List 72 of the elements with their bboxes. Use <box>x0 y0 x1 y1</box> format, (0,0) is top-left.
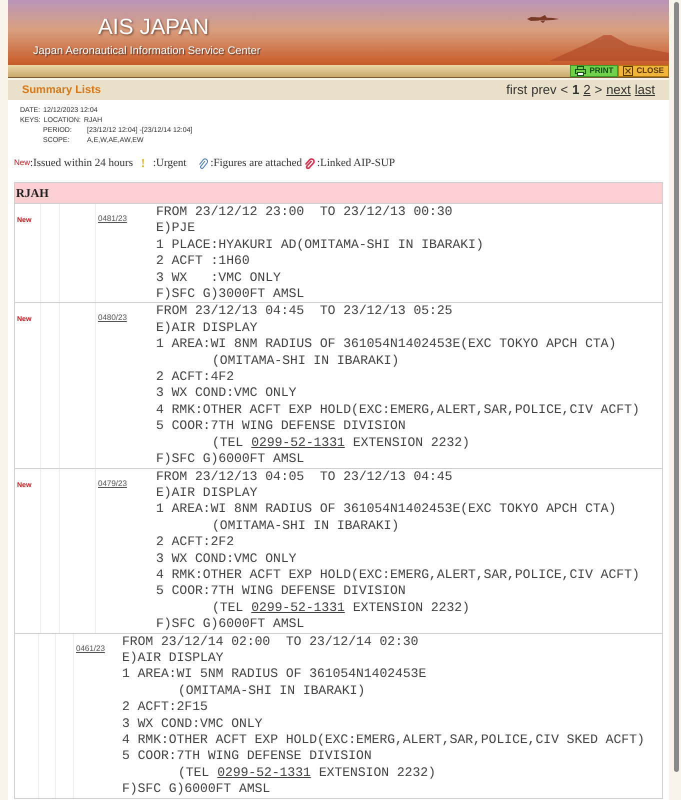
notice-line: 2 ACFT :1H60 <box>156 253 251 270</box>
notice-line: 3 WX COND:VMC ONLY <box>156 550 298 567</box>
notice-line: 2 ACFT:2F2 <box>156 534 236 551</box>
pager-text: prev <box>531 81 557 100</box>
phone-link[interactable]: 0299-52-1331 <box>251 600 345 616</box>
pager-text: < <box>560 81 568 100</box>
notice-number-link[interactable]: 0481/23 <box>98 214 127 223</box>
notice-line: 4 RMK:OTHER ACFT EXP HOLD(EXC:EMERG,ALERT,SAR,POLICE,CIV ACFT) <box>156 566 640 584</box>
notice-number-link[interactable]: 0479/23 <box>98 478 127 488</box>
notice-line: (TEL <box>178 764 210 782</box>
notice-line: (OMITAMA-SHI IN IBARAKI) <box>177 682 366 700</box>
pager-current: 1 <box>572 81 580 100</box>
scrollbar-thumb[interactable] <box>674 2 679 772</box>
notice-line: 4 RMK:OTHER ACFT EXP HOLD(EXC:EMERG,ALERT,SAR,POLICE,CIV SKED ACFT) <box>122 732 645 748</box>
notice-line: 4 RMK:OTHER ACFT EXP HOLD(EXC:EMERG,ALERT,SAR,POLICE,CIV ACFT) <box>156 402 640 418</box>
notice-line: 2 ACFT:2F15 <box>122 699 209 716</box>
notice-line: F)SFC G)6000FT AMSL <box>156 616 306 633</box>
notice-line: 5 COOR:7TH WING DEFENSE DIVISION <box>156 583 407 600</box>
notice-line: 3 WX COND:VMC ONLY <box>156 385 298 402</box>
notice-line: EXTENSION 2232) <box>318 764 436 782</box>
pager-link[interactable]: last <box>634 80 655 100</box>
notice-line: E)AIR DISPLAY <box>156 484 258 502</box>
notice-line: EXTENSION 2232) <box>352 600 470 616</box>
notice-line: (OMITAMA-SHI IN IBARAKI) <box>211 352 400 370</box>
notice-line: 1 AREA:WI 8NM RADIUS OF 361054N1402453E(EXC TOKYO APCH CTA) <box>156 501 618 518</box>
printer-icon <box>575 66 586 76</box>
notice-line: 2 ACFT:4F2 <box>156 369 236 386</box>
close-button[interactable]: CLOSE <box>618 65 669 77</box>
notice-line: FROM 23/12/14 02:00 TO 23/12/14 02:30 <box>122 634 420 650</box>
notice-line: (TEL <box>212 434 244 452</box>
phone-link[interactable]: 0299-52-1331 <box>217 764 311 782</box>
paperclip-icon <box>198 158 208 168</box>
legend-text: :Linked AIP-SUP <box>317 156 395 171</box>
new-label: New <box>14 157 30 169</box>
notice-line: (OMITAMA-SHI IN IBARAKI) <box>211 518 400 534</box>
notice-line: 1 AREA:WI 5NM RADIUS OF 361054N1402453E <box>122 666 428 683</box>
print-button[interactable]: PRINT <box>570 65 618 77</box>
airplane-icon <box>527 15 559 23</box>
notice-number-link[interactable]: 0480/23 <box>98 313 127 322</box>
notice-line: E)AIR DISPLAY <box>122 650 224 666</box>
pager-text: first <box>506 81 528 100</box>
notice-line: 3 WX :VMC ONLY <box>156 270 282 286</box>
notice-line: FROM 23/12/12 23:00 TO 23/12/13 00:30 <box>156 204 454 220</box>
notice-line: 1 PLACE:HYAKURI AD(OMITAMA-SHI IN IBARAKI) <box>156 236 484 254</box>
site-subtitle: Japan Aeronautical Information Service Center <box>33 44 260 59</box>
notice-line: (TEL <box>212 600 244 616</box>
notice-line: F)SFC G)6000FT AMSL <box>156 451 306 468</box>
notice-line: FROM 23/12/13 04:05 TO 23/12/13 04:45 <box>156 468 454 485</box>
summary-title: Summary Lists <box>22 82 101 98</box>
notice-line: EXTENSION 2232) <box>352 434 470 452</box>
notice-line: 5 COOR:7TH WING DEFENSE DIVISION <box>156 418 407 435</box>
site-title: AIS JAPAN <box>98 14 209 40</box>
group-header: RJAH <box>15 183 662 203</box>
urgent-mark: ! <box>141 155 145 172</box>
notice-line: F)SFC G)6000FT AMSL <box>122 781 272 798</box>
legend-text: :Urgent <box>153 156 186 171</box>
notice-line: 1 AREA:WI 8NM RADIUS OF 361054N1402453E(EXC TOKYO APCH CTA) <box>156 336 618 353</box>
legend-text: :Figures are attached <box>210 156 302 171</box>
notice-line: 5 COOR:7TH WING DEFENSE DIVISION <box>122 748 373 765</box>
phone-link[interactable]: 0299-52-1331 <box>251 434 345 452</box>
notice-line: F)SFC G)3000FT AMSL <box>156 286 306 302</box>
linked-clip-icon <box>304 158 316 168</box>
notice-line: 3 WX COND:VMC ONLY <box>122 716 264 732</box>
notice-number-link[interactable]: 0461/23 <box>76 644 105 653</box>
notice-line: FROM 23/12/13 04:45 TO 23/12/13 05:25 <box>156 303 454 320</box>
pager-link[interactable]: 2 <box>583 80 591 100</box>
pager-text: > <box>594 81 602 100</box>
notice-line: E)AIR DISPLAY <box>156 320 258 336</box>
legend-text: :Issued within 24 hours <box>30 156 133 171</box>
pager-link[interactable]: next <box>606 80 631 100</box>
notice-line: E)PJE <box>156 220 196 237</box>
close-icon <box>623 66 634 76</box>
